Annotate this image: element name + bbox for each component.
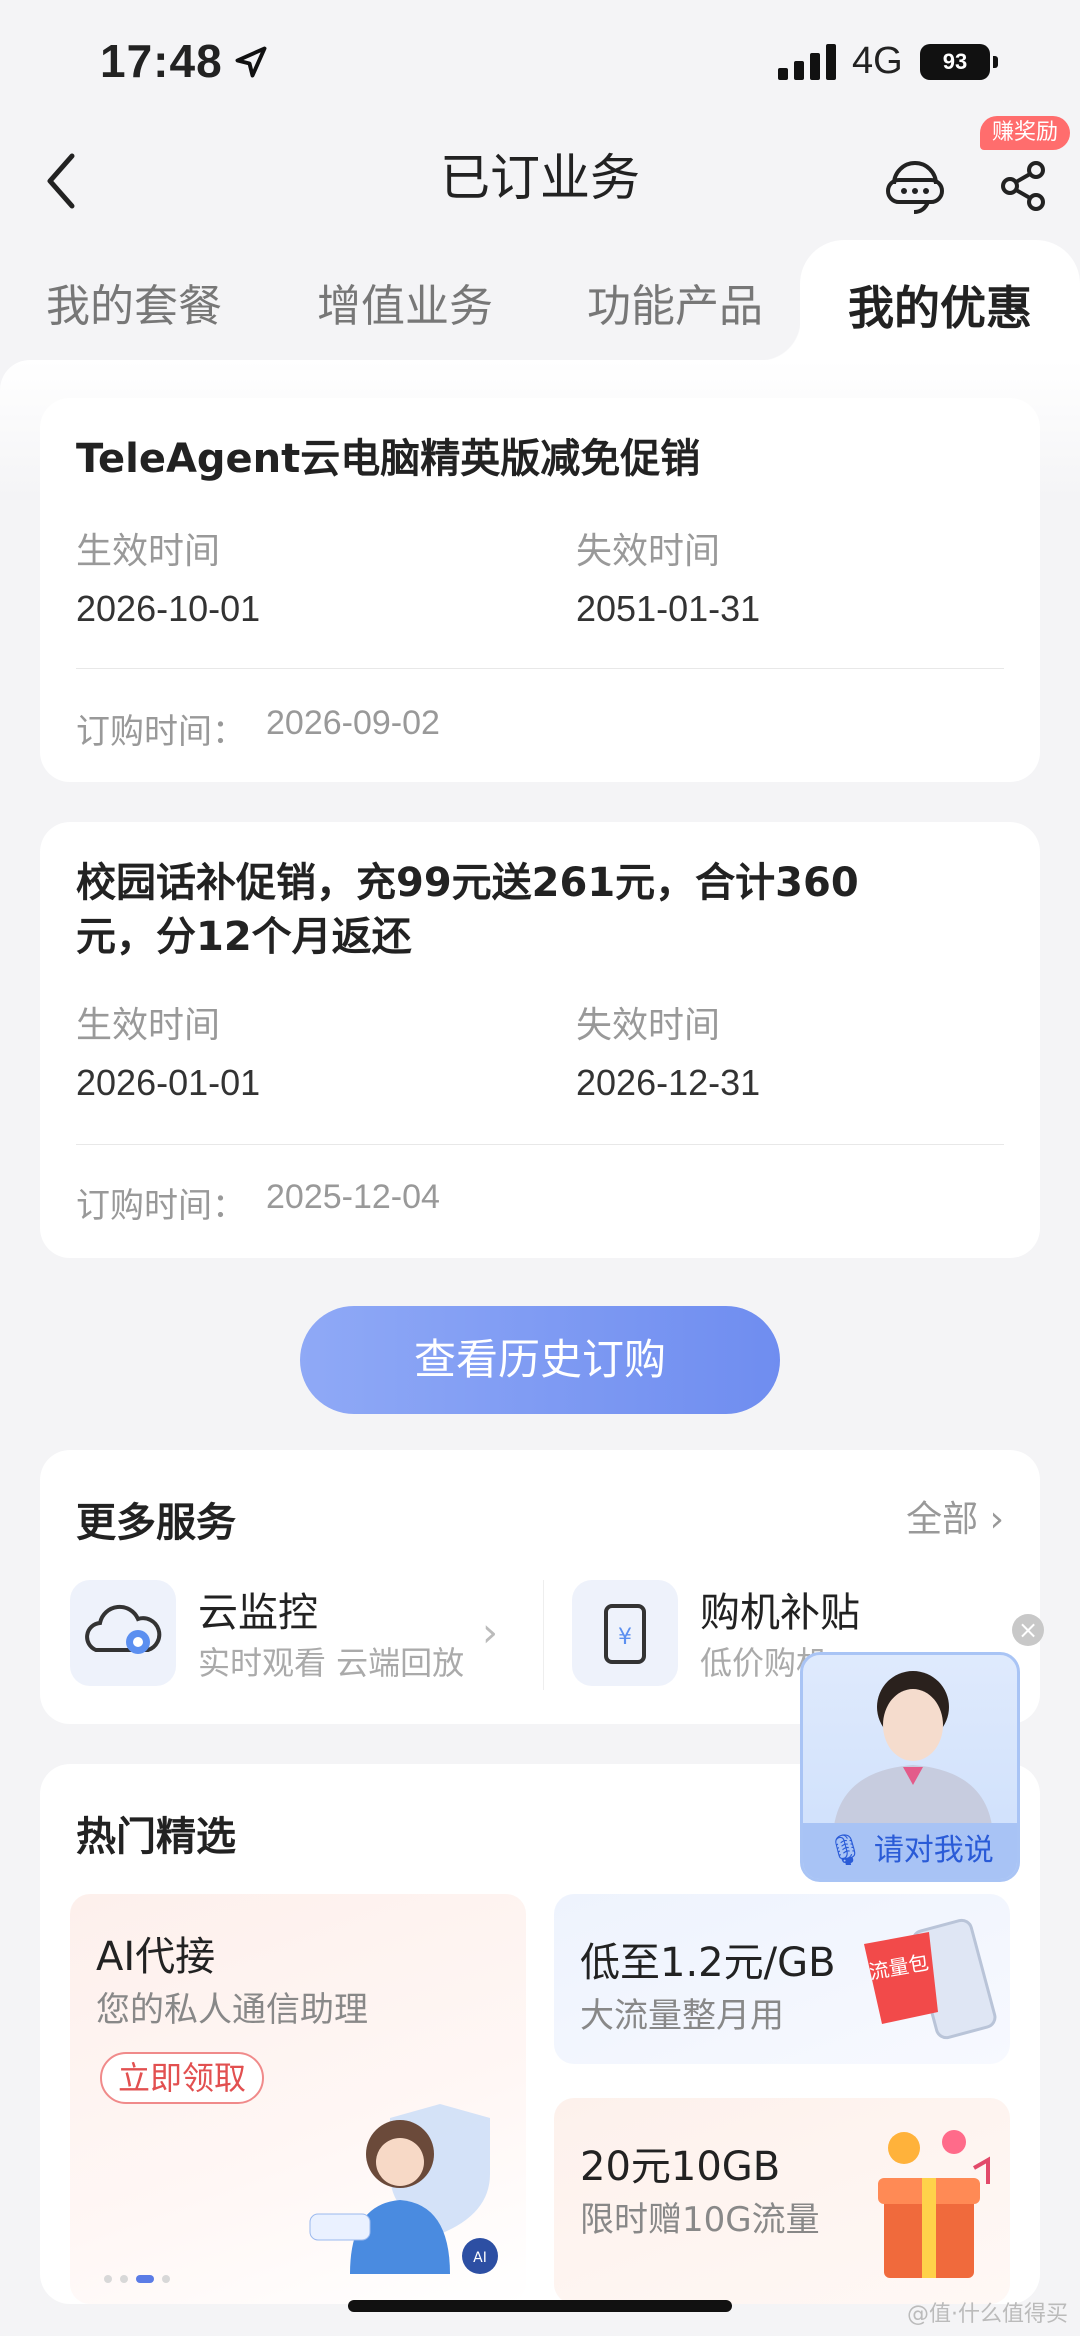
- card-title: 低至1.2元/GB: [580, 1940, 836, 1986]
- card-subtitle: 大流量整月用: [580, 1996, 784, 2036]
- expire-date: 2051-01-31: [576, 588, 761, 629]
- promotion-card[interactable]: TeleAgent云电脑精英版减免促销 生效时间 2026-10-01 失效时间…: [40, 398, 1040, 782]
- reward-badge[interactable]: 赚奖励: [980, 116, 1071, 150]
- watermark: @值·什么值得买: [907, 2302, 1068, 2327]
- card-subtitle: 您的私人通信助理: [96, 1990, 368, 2030]
- tab-my-plan[interactable]: 我的套餐: [46, 270, 222, 334]
- service-item-cloud-monitor[interactable]: 云监控 实时观看 云端回放 ›: [70, 1580, 520, 1690]
- cloud-camera-icon: [70, 1580, 176, 1686]
- all-services-link[interactable]: 全部 ›: [906, 1490, 1004, 1542]
- service-name: 购机补贴: [700, 1590, 860, 1636]
- data-plan-card[interactable]: 低至1.2元/GB 大流量整月用 流量包: [554, 1894, 1010, 2064]
- expire-date: 2026-12-31: [576, 1062, 761, 1103]
- assistant-avatar: [833, 1671, 993, 1835]
- svg-text:¥: ¥: [618, 1625, 632, 1650]
- expire-label: 失效时间: [576, 1005, 721, 1046]
- section-title: 热门精选: [76, 1814, 236, 1860]
- effective-label: 生效时间: [76, 531, 221, 572]
- tab-function-products[interactable]: 功能产品: [587, 270, 763, 334]
- signal-icon: [778, 44, 838, 80]
- effective-date: 2026-01-01: [76, 1062, 261, 1103]
- section-title: 更多服务: [76, 1500, 236, 1546]
- order-date: 2025-12-04: [266, 1178, 440, 1216]
- voice-assistant-widget[interactable]: 🎙 请对我说: [800, 1652, 1020, 1882]
- effective-date: 2026-10-01: [76, 588, 261, 629]
- service-name: 云监控: [198, 1590, 318, 1636]
- order-label: 订购时间：: [76, 712, 246, 752]
- divider: [76, 668, 1004, 669]
- effective-label: 生效时间: [76, 1005, 221, 1046]
- home-indicator: [348, 2300, 732, 2312]
- card-title: 20元10GB: [580, 2144, 781, 2190]
- network-type: 4G: [852, 40, 903, 82]
- expire-label: 失效时间: [576, 531, 721, 572]
- svg-text:AI: AI: [473, 2250, 487, 2266]
- data-package-illustration: 流量包: [864, 1918, 997, 2040]
- carousel-dots: [104, 2268, 178, 2283]
- gift-box-illustration: [878, 2130, 990, 2278]
- voice-input-button[interactable]: 🎙 请对我说: [803, 1823, 1017, 1879]
- battery-icon: 93: [920, 44, 998, 80]
- divider: [76, 1144, 1004, 1145]
- promotion-title: TeleAgent云电脑精英版减免促销: [76, 436, 701, 482]
- chevron-right-icon: ›: [482, 1610, 498, 1656]
- order-label: 订购时间：: [76, 1186, 246, 1226]
- tab-value-added[interactable]: 增值业务: [317, 270, 493, 334]
- service-subtitle: 实时观看 云端回放: [198, 1644, 465, 1682]
- promotion-title-line2: 元，分12个月返还: [76, 914, 412, 960]
- divider: [543, 1580, 544, 1690]
- order-date: 2026-09-02: [266, 704, 440, 742]
- ai-assistant-illustration: AI: [309, 2104, 498, 2274]
- nav-bar: 已订业务: [0, 120, 1080, 240]
- location-arrow-icon: [235, 46, 267, 78]
- card-subtitle: 限时赠10G流量: [580, 2200, 820, 2240]
- view-history-button[interactable]: 查看历史订购: [300, 1306, 780, 1414]
- promotion-card[interactable]: 校园话补促销，充99元送261元，合计360 元，分12个月返还 生效时间 20…: [40, 822, 1040, 1258]
- tab-my-offers[interactable]: 我的优惠: [848, 272, 1032, 338]
- share-icon[interactable]: [994, 146, 1054, 218]
- ai-call-card[interactable]: AI代接 您的私人通信助理 立即领取 AI: [70, 1894, 526, 2304]
- claim-button[interactable]: 立即领取: [100, 2052, 265, 2104]
- data-gift-card[interactable]: 20元10GB 限时赠10G流量: [554, 2098, 1010, 2304]
- promotion-title-line1: 校园话补促销，充99元送261元，合计360: [76, 860, 859, 906]
- status-bar: 17:48 4G 93: [0, 0, 1080, 130]
- close-icon[interactable]: ×: [1012, 1614, 1044, 1646]
- phone-yuan-icon: ¥: [572, 1580, 678, 1686]
- card-title: AI代接: [96, 1934, 216, 1980]
- customer-service-icon[interactable]: [882, 146, 948, 218]
- service-item-phone-subsidy[interactable]: ¥ 购机补贴 低价购机: [572, 1580, 860, 1690]
- status-time: 17:48: [100, 35, 223, 87]
